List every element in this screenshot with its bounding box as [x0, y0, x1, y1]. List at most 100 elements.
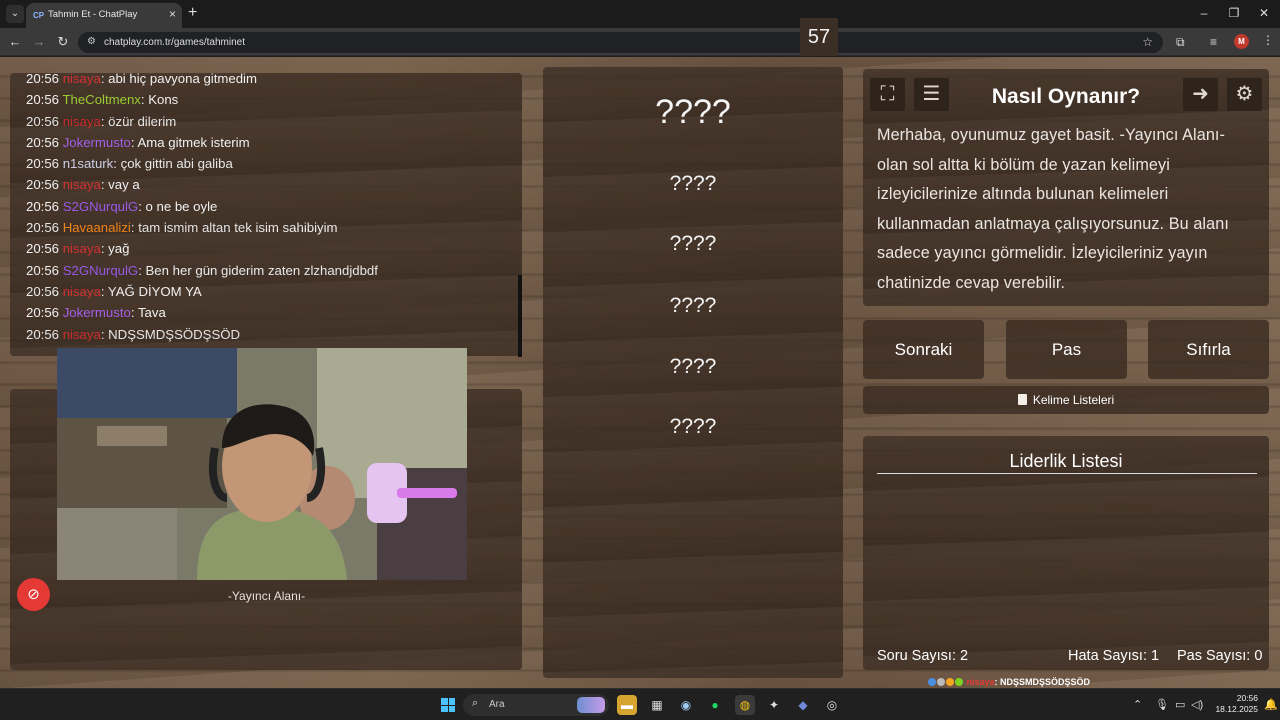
- chatplay-favicon-icon: CP: [33, 11, 45, 20]
- browser-toolbar: ← → ↻ ⚙ chatplay.com.tr/games/tahminet ☆: [0, 28, 1280, 56]
- leaderboard-title: Liderlik Listesi: [1009, 451, 1123, 471]
- reload-icon[interactable]: ↻: [55, 34, 71, 50]
- windows-taskbar: ⌕ Ara ▬ ▦ ◉ ● ◍ ✦ ◆ ◎ ⌃ 🎙 ▭ ◁) 20:56 18.…: [0, 688, 1280, 720]
- chat-timestamp: 20:56: [26, 156, 60, 172]
- windows-start-icon[interactable]: [441, 698, 455, 712]
- chat-message: 20:56 nisaya: yağ: [26, 238, 506, 259]
- chat-username[interactable]: Jokermusto: [63, 305, 131, 320]
- chat-username[interactable]: Jokermusto: [63, 135, 131, 150]
- browser-menu-icon[interactable]: ⋮: [1262, 33, 1274, 47]
- extensions-icon[interactable]: ⧉: [1176, 35, 1185, 50]
- chat-username[interactable]: n1saturk: [63, 156, 114, 171]
- clock-time: 20:56: [1236, 693, 1258, 703]
- chat-separator: :: [113, 156, 121, 172]
- discord-icon[interactable]: ◆: [793, 695, 813, 715]
- next-button[interactable]: Sonraki: [863, 320, 984, 379]
- chat-timestamp: 20:56: [26, 283, 60, 299]
- chat-message: 20:56 nisaya: özür dilerim: [26, 111, 506, 132]
- chat-username[interactable]: nisaya: [63, 284, 101, 299]
- volume-icon[interactable]: ◁): [1191, 698, 1203, 711]
- notifications-icon[interactable]: 🔔: [1264, 698, 1278, 711]
- clock-date: 18.12.2025: [1215, 704, 1258, 714]
- browser-tab-bar: ⌄ CP Tahmin Et - ChatPlay × + – ❐ ✕: [0, 0, 1280, 28]
- active-tab[interactable]: CP Tahmin Et - ChatPlay ×: [26, 3, 182, 28]
- chrome-icon[interactable]: ◍: [735, 695, 755, 715]
- pass-button[interactable]: Pas: [1006, 320, 1127, 379]
- tray-overflow-icon[interactable]: ⌃: [1133, 698, 1142, 711]
- chat-text: YAĞ DİYOM YA: [107, 283, 202, 299]
- steam-icon[interactable]: ◉: [676, 695, 696, 715]
- chat-message: 20:56 Havaanalizi: tam ismim altan tek i…: [26, 217, 506, 238]
- word-slot: ????: [655, 93, 731, 131]
- chat-scrollbar[interactable]: [518, 275, 522, 357]
- badge-icon: [928, 678, 936, 686]
- chat-username[interactable]: nisaya: [63, 73, 101, 86]
- profile-avatar[interactable]: M: [1234, 34, 1249, 49]
- chat-username[interactable]: TheColtmenx: [62, 92, 140, 107]
- url-text[interactable]: chatplay.com.tr/games/tahminet: [104, 37, 245, 48]
- chat-username[interactable]: nisaya: [63, 114, 101, 129]
- chat-message-list: 20:56 nisaya: abi hiç pavyona gitmedim 20…: [26, 73, 506, 345]
- leaderboard-divider: [877, 473, 1257, 474]
- chat-text: NDŞSMDŞSÖDŞSÖD: [108, 326, 241, 342]
- chat-text: özür dilerim: [108, 113, 177, 129]
- chat-ticker: nisaya: NDŞSMDŞSÖDŞSÖD: [928, 677, 1090, 687]
- chat-timestamp: 20:56: [26, 73, 60, 86]
- chat-text: Ama gitmek isterim: [137, 134, 250, 150]
- minimize-button[interactable]: –: [1194, 6, 1214, 20]
- chat-username[interactable]: S2GNurqulG: [63, 263, 139, 278]
- media-control-icon[interactable]: ≡: [1210, 35, 1217, 49]
- word-slot: ????: [669, 232, 717, 255]
- badge-icon: [937, 678, 945, 686]
- chat-timestamp: 20:56: [26, 177, 60, 193]
- obs-icon[interactable]: ◎: [822, 695, 842, 715]
- countdown-timer: 57: [800, 18, 838, 56]
- file-explorer-icon[interactable]: ▬: [617, 695, 637, 715]
- badge-icon: [946, 678, 954, 686]
- bookmark-star-icon[interactable]: ☆: [1142, 35, 1153, 49]
- forward-icon[interactable]: →: [31, 34, 47, 50]
- word-lists-button[interactable]: Kelime Listeleri: [863, 386, 1269, 414]
- chat-username[interactable]: nisaya: [63, 327, 101, 342]
- chat-separator: :: [130, 305, 138, 321]
- word-lists-label: Kelime Listeleri: [1032, 393, 1115, 407]
- chat-timestamp: 20:56: [26, 326, 60, 342]
- close-tab-icon[interactable]: ×: [169, 7, 176, 21]
- chat-timestamp: 20:56: [26, 113, 60, 129]
- chat-panel: 20:56 nisaya: abi hiç pavyona gitmedim 20…: [10, 73, 522, 356]
- reset-button[interactable]: Sıfırla: [1148, 320, 1269, 379]
- back-icon[interactable]: ←: [7, 34, 23, 50]
- chat-message: 20:56 nisaya: abi hiç pavyona gitmedim: [26, 73, 506, 89]
- how-to-play-text: Merhaba, oyunumuz gayet basit. -Yayıncı …: [877, 126, 1229, 292]
- app-icon[interactable]: ✦: [764, 695, 784, 715]
- chat-message: 20:56 nisaya: vay a: [26, 174, 506, 195]
- chat-username[interactable]: Havaanalizi: [63, 220, 131, 235]
- tab-search-button[interactable]: ⌄: [6, 5, 24, 23]
- restore-button[interactable]: ❐: [1224, 6, 1244, 20]
- chat-username[interactable]: S2GNurqulG: [63, 199, 139, 214]
- chat-message: 20:56 nisaya: NDŞSMDŞSÖDŞSÖD: [26, 324, 506, 345]
- site-info-icon[interactable]: ⚙: [87, 36, 96, 47]
- record-stop-button[interactable]: ⊘: [17, 578, 50, 611]
- pass-count: Pas Sayısı: 0: [1177, 648, 1263, 664]
- taskbar-search[interactable]: ⌕ Ara: [463, 694, 609, 716]
- close-window-button[interactable]: ✕: [1254, 6, 1274, 20]
- address-bar[interactable]: ⚙ chatplay.com.tr/games/tahminet ☆: [78, 32, 1163, 53]
- chat-username[interactable]: nisaya: [63, 241, 101, 256]
- chat-text: o ne be oyle: [145, 198, 218, 214]
- chat-message: 20:56 S2GNurqulG: o ne be oyle: [26, 196, 506, 217]
- taskbar-clock[interactable]: 20:56 18.12.2025: [1214, 693, 1258, 715]
- question-count: Soru Sayısı: 2: [877, 648, 969, 664]
- search-placeholder: Ara: [489, 699, 505, 710]
- microphone-icon[interactable]: 🎙: [1155, 698, 1169, 711]
- spotify-icon[interactable]: ●: [705, 695, 725, 715]
- word-slot: ????: [669, 294, 717, 317]
- network-icon[interactable]: ▭: [1175, 698, 1185, 711]
- chat-message: 20:56 n1saturk: çok gittin abi galiba: [26, 153, 506, 174]
- new-tab-button[interactable]: +: [188, 5, 197, 21]
- chat-username[interactable]: nisaya: [63, 177, 101, 192]
- store-icon[interactable]: ▦: [647, 695, 667, 715]
- chat-text: çok gittin abi galiba: [120, 156, 233, 172]
- chat-timestamp: 20:56: [26, 220, 60, 236]
- chat-text: tam ismim altan tek isim sahibiyim: [138, 220, 338, 236]
